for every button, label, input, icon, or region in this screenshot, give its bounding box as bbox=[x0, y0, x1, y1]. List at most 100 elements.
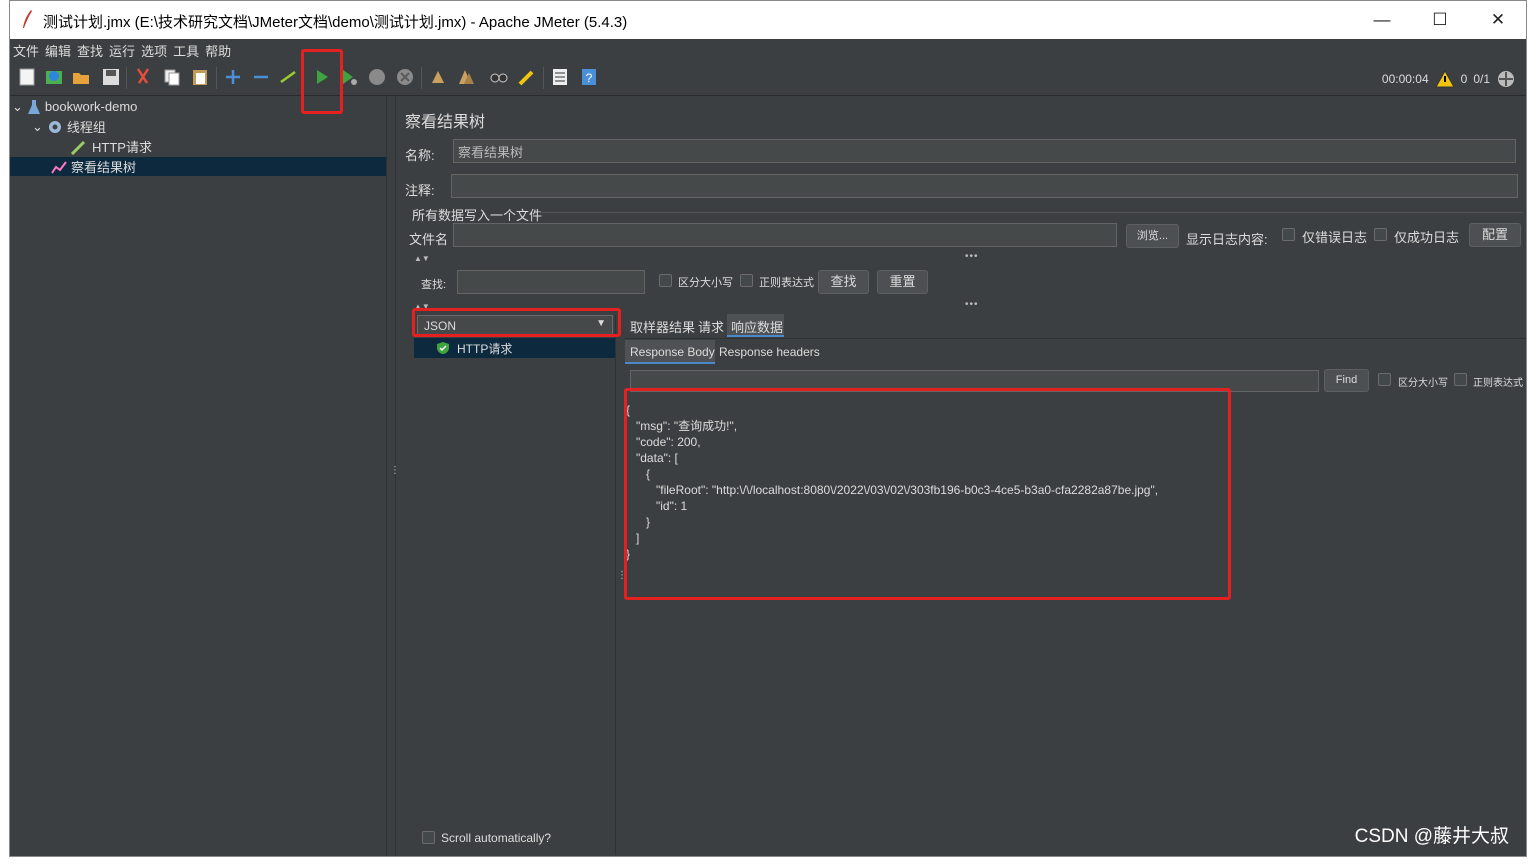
menu-options[interactable]: 选项 bbox=[141, 39, 167, 60]
menu-run[interactable]: 运行 bbox=[109, 39, 135, 60]
toolbar-separator bbox=[421, 67, 422, 89]
reset-button[interactable]: 重置 bbox=[877, 270, 928, 294]
warning-icon[interactable] bbox=[1434, 70, 1455, 88]
browse-button[interactable]: 浏览... bbox=[1126, 224, 1179, 248]
gear-icon bbox=[48, 120, 61, 133]
new-icon[interactable] bbox=[17, 67, 37, 87]
paste-icon[interactable] bbox=[190, 67, 210, 87]
toolbar-separator bbox=[543, 67, 544, 89]
tree-label: 线程组 bbox=[66, 120, 106, 135]
cut-icon[interactable] bbox=[133, 67, 153, 87]
thread-count: 0/1 bbox=[1473, 72, 1490, 86]
tree-node-result-tree[interactable]: 察看结果树 bbox=[10, 157, 386, 176]
elapsed-timer: 00:00:04 bbox=[1381, 72, 1429, 86]
search-icon[interactable] bbox=[489, 67, 509, 87]
templates-icon[interactable] bbox=[44, 67, 64, 87]
regex-checkbox[interactable] bbox=[740, 274, 753, 287]
only-success-checkbox[interactable] bbox=[1374, 228, 1387, 241]
clear-all-icon[interactable] bbox=[456, 67, 476, 87]
tree-node-http-request[interactable]: HTTP请求 bbox=[70, 137, 382, 156]
file-section-title: 所有数据写入一个文件 bbox=[412, 208, 543, 223]
body-regex-checkbox[interactable] bbox=[1454, 373, 1467, 386]
minimize-button[interactable]: — bbox=[1362, 7, 1402, 33]
tree-label: HTTP请求 bbox=[92, 140, 152, 155]
open-icon[interactable] bbox=[71, 67, 91, 87]
find-button[interactable]: 查找 bbox=[818, 270, 869, 294]
split-divider[interactable]: ⋮ bbox=[386, 96, 400, 856]
test-plan-tree: ⌄ bookwork-demo ⌄ 线程组 HTTP请求 察看结果树 bbox=[10, 96, 386, 856]
regex-label: 正则表达式 bbox=[759, 277, 814, 289]
clear-icon[interactable] bbox=[428, 67, 448, 87]
splitter-grip[interactable]: ⋮ bbox=[617, 571, 627, 588]
pipette-icon bbox=[70, 140, 86, 155]
menu-file[interactable]: 文件 bbox=[13, 39, 39, 60]
result-item[interactable]: HTTP请求 bbox=[414, 338, 615, 358]
panel-title: 察看结果树 bbox=[405, 114, 486, 131]
scroll-auto-checkbox[interactable] bbox=[422, 831, 435, 844]
tree-label: 察看结果树 bbox=[71, 160, 137, 175]
filename-field[interactable] bbox=[453, 223, 1117, 247]
search-field[interactable] bbox=[457, 270, 645, 294]
toolbar-separator bbox=[216, 67, 217, 89]
subtab-response-headers[interactable]: Response headers bbox=[719, 345, 820, 359]
help-icon[interactable]: ? bbox=[579, 67, 599, 87]
case-sensitive-checkbox[interactable] bbox=[659, 274, 672, 287]
close-button[interactable]: ✕ bbox=[1478, 7, 1518, 33]
tree-node-threadgroup[interactable]: ⌄ 线程组 bbox=[32, 117, 382, 136]
menu-tools[interactable]: 工具 bbox=[173, 39, 199, 60]
search-label: 查找: bbox=[421, 279, 447, 291]
chevron-down-icon[interactable]: ⌄ bbox=[32, 119, 43, 135]
reset-search-icon[interactable] bbox=[517, 67, 537, 87]
subtab-response-body[interactable]: Response Body bbox=[625, 340, 715, 364]
body-regex-label: 正则表达式 bbox=[1473, 378, 1523, 389]
only-errors-label: 仅错误日志 bbox=[1302, 230, 1368, 245]
configure-button[interactable]: 配置 bbox=[1469, 223, 1521, 247]
expand-icon[interactable] bbox=[223, 67, 243, 87]
remote-icon[interactable] bbox=[1496, 69, 1516, 89]
listener-panel: 察看结果树 名称: 注释: 所有数据写入一个文件 文件名 浏览... 显示日志内… bbox=[396, 96, 1526, 856]
body-case-label: 区分大小写 bbox=[1398, 378, 1448, 389]
start-highlight-box bbox=[301, 49, 343, 114]
right-edge bbox=[1527, 0, 1536, 864]
tab-response-data[interactable]: 响应数据 bbox=[727, 314, 784, 337]
watermark: CSDN @藤井大叔 bbox=[1354, 826, 1509, 847]
menu-search[interactable]: 查找 bbox=[77, 39, 103, 60]
body-case-checkbox[interactable] bbox=[1378, 373, 1391, 386]
splitter-grip[interactable]: ••• bbox=[965, 252, 978, 262]
svg-text:?: ? bbox=[586, 71, 593, 85]
case-sensitive-label: 区分大小写 bbox=[678, 277, 733, 289]
menu-bar: 文件 编辑 查找 运行 选项 工具 帮助 bbox=[10, 39, 1526, 59]
tree-label: bookwork-demo bbox=[44, 99, 138, 114]
splitter-arrows[interactable]: ▲▼ bbox=[414, 254, 430, 263]
splitter-grip[interactable]: ••• bbox=[965, 300, 978, 310]
comment-field[interactable] bbox=[451, 174, 1518, 198]
only-success-label: 仅成功日志 bbox=[1394, 230, 1460, 245]
toggle-icon[interactable] bbox=[278, 67, 298, 87]
save-icon[interactable] bbox=[101, 67, 121, 87]
stop-icon[interactable] bbox=[367, 67, 387, 87]
copy-icon[interactable] bbox=[162, 67, 182, 87]
results-divider bbox=[615, 315, 616, 855]
shutdown-icon[interactable] bbox=[395, 67, 415, 87]
name-field[interactable] bbox=[453, 139, 1516, 163]
function-helper-icon[interactable] bbox=[550, 67, 570, 87]
only-errors-checkbox[interactable] bbox=[1282, 228, 1295, 241]
toolbar-separator bbox=[126, 67, 127, 89]
toolbar: ? 00:00:04 0 0/1 bbox=[10, 59, 1526, 96]
log-content-label: 显示日志内容: bbox=[1186, 232, 1268, 247]
section-divider bbox=[538, 212, 1523, 213]
menu-help[interactable]: 帮助 bbox=[205, 39, 231, 60]
jmeter-window: 测试计划.jmx (E:\技术研究文档\JMeter文档\demo\测试计划.j… bbox=[9, 0, 1527, 857]
collapse-icon[interactable] bbox=[251, 67, 271, 87]
name-label: 名称: bbox=[405, 148, 435, 163]
success-shield-icon bbox=[437, 342, 449, 354]
chevron-down-icon[interactable]: ⌄ bbox=[12, 99, 23, 115]
maximize-button[interactable]: ☐ bbox=[1420, 7, 1460, 33]
menu-edit[interactable]: 编辑 bbox=[45, 39, 71, 60]
warning-count: 0 bbox=[1460, 72, 1468, 86]
response-highlight-box bbox=[624, 388, 1231, 600]
tab-sampler-result[interactable]: 取样器结果 bbox=[630, 317, 695, 336]
body-find-button[interactable]: Find bbox=[1324, 369, 1369, 392]
title-bar: 测试计划.jmx (E:\技术研究文档\JMeter文档\demo\测试计划.j… bbox=[10, 1, 1526, 39]
tab-request[interactable]: 请求 bbox=[698, 317, 724, 336]
